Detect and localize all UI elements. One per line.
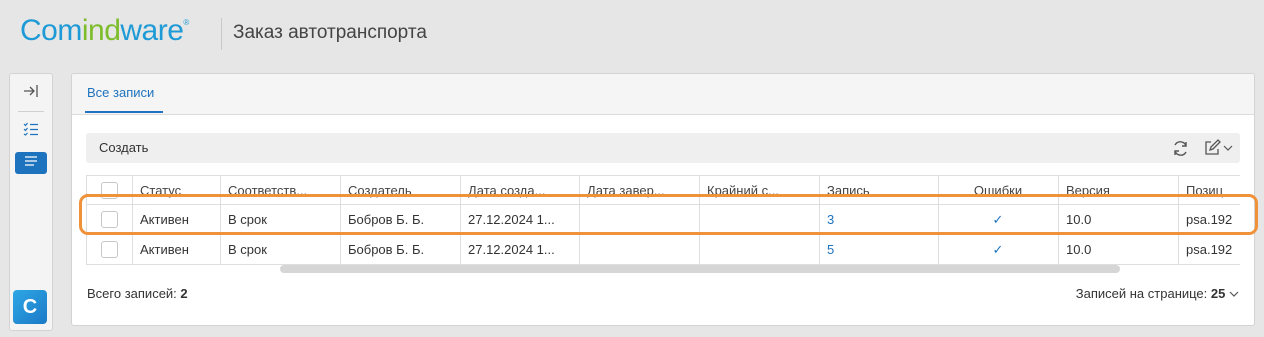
horizontal-scrollbar[interactable]	[280, 265, 1120, 273]
total-records: Всего записей: 2	[87, 286, 188, 301]
arrow-to-right-icon	[23, 84, 39, 103]
checklist-icon	[23, 122, 39, 141]
brand-letter: C	[22, 295, 38, 318]
comindware-logo[interactable]: Comindware®	[20, 14, 189, 48]
collapse-sidebar-button[interactable]	[15, 82, 47, 104]
records-per-page-selector[interactable]: Записей на странице: 25	[1076, 286, 1239, 301]
sidebar-item-tasks[interactable]	[15, 120, 47, 142]
row-checkbox[interactable]	[100, 241, 118, 259]
cell-record-link[interactable]: 5	[819, 234, 939, 265]
edit-columns-icon[interactable]	[1203, 138, 1221, 158]
sidebar-divider	[18, 111, 44, 112]
toolbar: Создать	[86, 133, 1240, 163]
header-divider	[221, 18, 222, 50]
cell-position: psa.192	[1178, 234, 1240, 265]
create-button[interactable]: Создать	[99, 140, 148, 155]
refresh-icon[interactable]	[1172, 138, 1189, 158]
tab-bar: Все записи	[72, 74, 1254, 115]
row-highlight-frame	[79, 194, 1258, 235]
tab-all-records[interactable]: Все записи	[87, 85, 154, 100]
chevron-down-icon[interactable]	[1223, 138, 1233, 158]
cell-creator: Бобров Б. Б.	[340, 234, 461, 265]
app-title: Заказ автотранспорта	[233, 22, 427, 43]
cell-deadline	[699, 234, 820, 265]
row-select-cell[interactable]	[86, 234, 133, 265]
cell-created: 27.12.2024 1...	[460, 234, 580, 265]
sidebar: C	[9, 73, 53, 331]
cell-version: 10.0	[1058, 234, 1179, 265]
active-tab-indicator	[85, 111, 163, 113]
chevron-down-icon	[1229, 286, 1239, 301]
errors-check-icon: ✓	[938, 234, 1059, 265]
table-row[interactable]: Активен В срок Бобров Б. Б. 27.12.2024 1…	[86, 234, 1240, 265]
app-header: Comindware® Заказ автотранспорта	[0, 0, 1264, 68]
list-icon	[24, 154, 38, 172]
brand-app-button[interactable]: C	[13, 290, 47, 324]
cell-compliance: В срок	[220, 234, 341, 265]
cell-completed	[579, 234, 700, 265]
sidebar-item-records[interactable]	[15, 152, 47, 174]
cell-status: Активен	[132, 234, 221, 265]
